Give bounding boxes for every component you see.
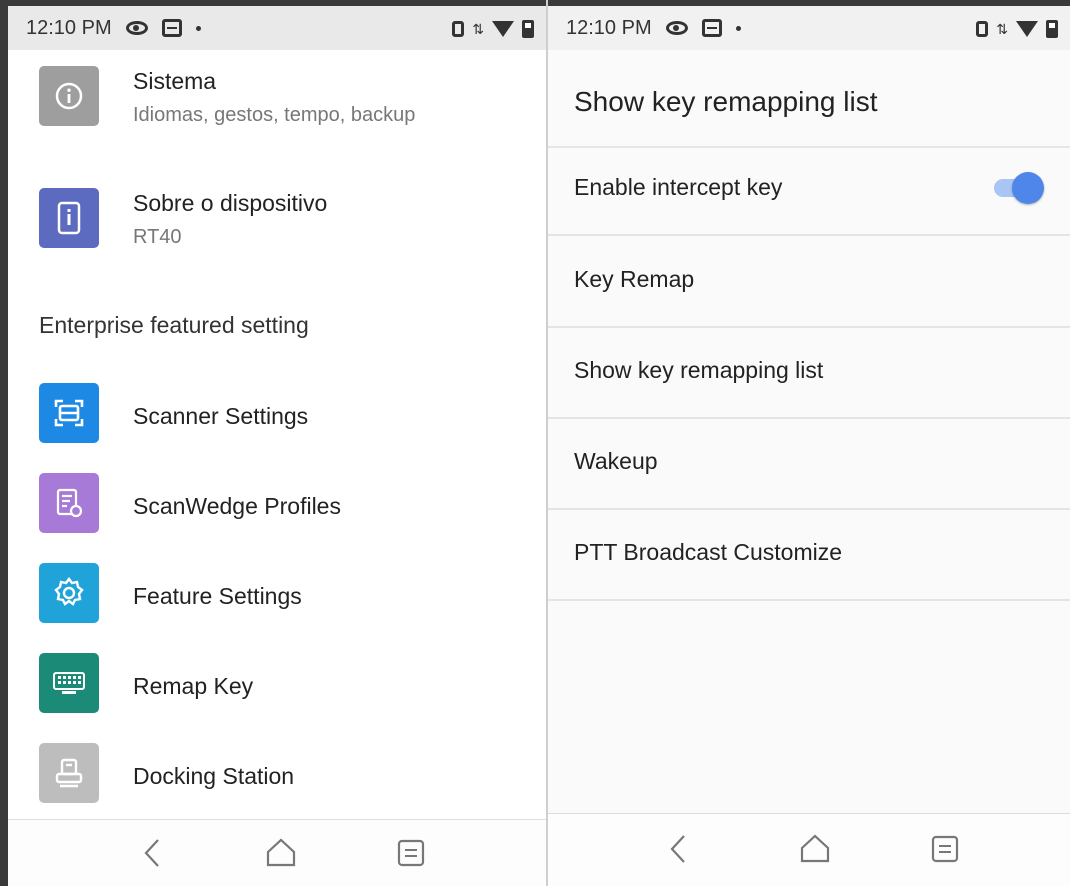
setting-subtitle: Idiomas, gestos, tempo, backup: [133, 104, 416, 126]
back-button[interactable]: [132, 832, 174, 874]
setting-item-remap[interactable]: Remap Key: [8, 640, 546, 726]
status-bar: 12:10 PM ⇅: [8, 0, 546, 50]
vibrate-icon: [976, 21, 989, 37]
home-button[interactable]: [260, 832, 302, 874]
battery-icon: [522, 20, 534, 38]
device-icon: [39, 188, 99, 248]
eye-icon: [125, 21, 148, 35]
pref-row-ptt[interactable]: PTT Broadcast Customize: [548, 509, 1070, 601]
setting-item-sistema[interactable]: Sistema Idiomas, gestos, tempo, backup: [8, 58, 546, 168]
pref-row-show-remapping[interactable]: Show key remapping list: [548, 327, 1070, 419]
info-icon: [39, 66, 99, 126]
recents-button[interactable]: [390, 832, 432, 874]
notification-dot-icon: [735, 25, 741, 31]
wifi-icon: [1016, 21, 1038, 37]
data-arrows-icon: ⇅: [472, 21, 484, 37]
setting-item-scanner[interactable]: Scanner Settings: [8, 370, 546, 456]
setting-title: Docking Station: [133, 763, 295, 789]
pref-label: Show key remapping list: [574, 357, 824, 383]
vibrate-icon: [452, 21, 465, 37]
toggle-thumb: [1012, 172, 1044, 204]
dock-icon: [39, 743, 99, 803]
page-title: Show key remapping list: [574, 86, 878, 117]
setting-title: ScanWedge Profiles: [133, 493, 341, 519]
setting-title: Scanner Settings: [133, 403, 309, 429]
screen-icon: [701, 19, 722, 37]
navigation-bar: [8, 819, 546, 886]
pref-row-key-remap[interactable]: Key Remap: [548, 236, 1070, 328]
home-button[interactable]: [794, 828, 836, 870]
setting-item-sobre[interactable]: Sobre o dispositivo RT40: [8, 180, 546, 280]
pref-row-enable-intercept[interactable]: Enable intercept key: [548, 144, 1070, 236]
notification-dot-icon: [195, 25, 201, 31]
battery-icon: [1046, 20, 1058, 38]
setting-title: Sistema: [133, 68, 217, 94]
keyboard-icon: [39, 653, 99, 713]
setting-subtitle: RT40: [133, 226, 182, 248]
status-time: 12:10 PM: [26, 16, 112, 39]
settings-screen: 12:10 PM ⇅ Sistema Idiomas, gestos, temp…: [0, 0, 546, 886]
setting-title: Feature Settings: [133, 583, 302, 609]
setting-title: Sobre o dispositivo: [133, 190, 328, 216]
scanner-icon: [39, 383, 99, 443]
setting-item-docking[interactable]: Docking Station: [8, 730, 546, 816]
gear-icon: [39, 563, 99, 623]
profiles-icon: [39, 473, 99, 533]
pref-label: Wakeup: [574, 448, 658, 474]
pref-row-wakeup[interactable]: Wakeup: [548, 418, 1070, 510]
pref-label: Key Remap: [574, 266, 695, 292]
status-bar: 12:10 PM ⇅: [548, 0, 1070, 50]
recents-button[interactable]: [924, 828, 966, 870]
setting-item-feature[interactable]: Feature Settings: [8, 550, 546, 636]
pref-label: Enable intercept key: [574, 174, 783, 200]
pref-label: PTT Broadcast Customize: [574, 539, 843, 565]
eye-icon: [665, 21, 688, 35]
screen-icon: [161, 19, 182, 37]
intercept-toggle[interactable]: [990, 172, 1044, 204]
back-button[interactable]: [658, 828, 700, 870]
data-arrows-icon: ⇅: [996, 21, 1008, 37]
navigation-bar: [548, 813, 1070, 886]
status-time: 12:10 PM: [566, 16, 652, 39]
setting-item-scanwedge[interactable]: ScanWedge Profiles: [8, 460, 546, 546]
section-header: Enterprise featured setting: [39, 312, 309, 338]
setting-title: Remap Key: [133, 673, 254, 699]
wifi-icon: [492, 21, 514, 37]
key-remap-screen: 12:10 PM ⇅ Show key remapping list Enabl…: [548, 0, 1070, 886]
